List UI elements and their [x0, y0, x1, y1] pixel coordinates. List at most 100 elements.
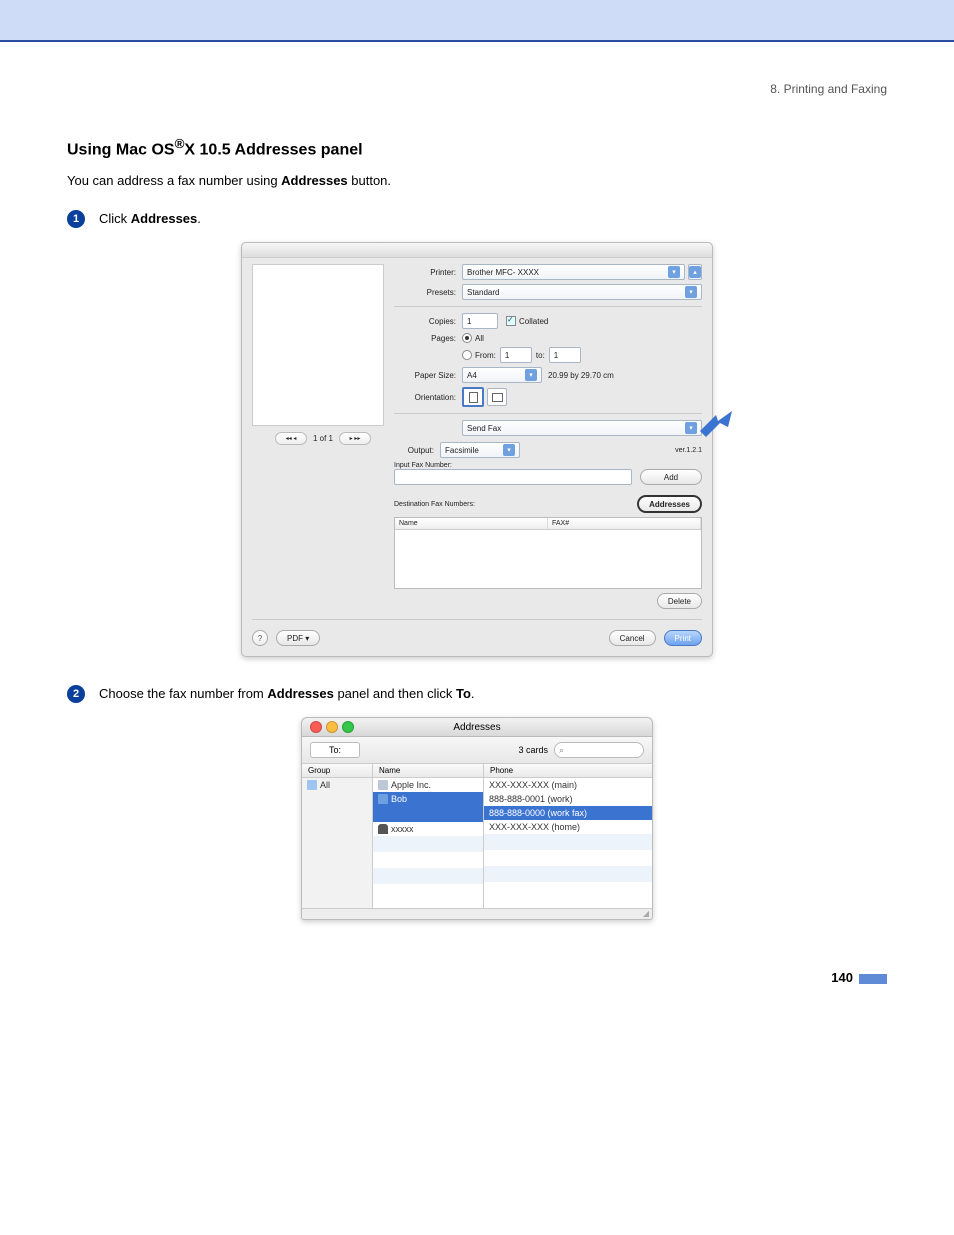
- phone-3: 888-888-0000 (work fax): [489, 808, 587, 818]
- print-button[interactable]: Print: [664, 630, 702, 646]
- search-input[interactable]: ⌕: [554, 742, 644, 758]
- panel-select[interactable]: Send Fax ▾: [462, 420, 702, 436]
- s2c: panel and then click: [334, 686, 456, 701]
- to-label: to:: [536, 351, 545, 360]
- phone-2: 888-888-0001 (work): [489, 794, 573, 804]
- pages-all-radio[interactable]: All: [462, 333, 484, 343]
- resize-handle[interactable]: ◢: [302, 908, 652, 919]
- phone-row-2[interactable]: 888-888-0001 (work): [484, 792, 652, 806]
- name-row-empty: [373, 852, 483, 868]
- dialog-titlebar: [242, 243, 712, 258]
- checkbox-icon: [506, 316, 516, 326]
- intro-text: You can address a fax number using Addre…: [67, 173, 887, 188]
- group-all[interactable]: All: [302, 778, 372, 792]
- phone-4: XXX-XXX-XXX (home): [489, 822, 580, 832]
- presets-select[interactable]: Standard ▾: [462, 284, 702, 300]
- presets-label: Presets:: [394, 288, 456, 297]
- page-title: Using Mac OS®X 10.5 Addresses panel: [67, 136, 887, 159]
- addresses-toolbar: To: 3 cards ⌕: [302, 737, 652, 764]
- addresses-panel-figure: Addresses To: 3 cards ⌕ Group Name Phone…: [67, 717, 887, 920]
- page-number-value: 140: [831, 970, 853, 985]
- expand-button[interactable]: ▴: [688, 264, 702, 280]
- s2e: .: [471, 686, 475, 701]
- intro-b: Addresses: [281, 173, 347, 188]
- from-label: From:: [475, 351, 496, 360]
- zoom-icon[interactable]: [342, 721, 354, 733]
- name-row-empty: [373, 884, 483, 900]
- radio-icon: [462, 333, 472, 343]
- name-row-2b[interactable]: [373, 806, 483, 822]
- to-input[interactable]: 1: [549, 347, 581, 363]
- s2a: Choose the fax number from: [99, 686, 267, 701]
- phone-row-empty: [484, 882, 652, 898]
- s2b: Addresses: [267, 686, 333, 701]
- orientation-portrait-button[interactable]: [462, 387, 484, 407]
- callout-arrow: [698, 411, 734, 441]
- addresses-button[interactable]: Addresses: [637, 495, 702, 513]
- s1c: .: [197, 211, 201, 226]
- minimize-icon[interactable]: [326, 721, 338, 733]
- group-column: All: [302, 778, 373, 908]
- select-arrow-icon: ▾: [503, 444, 515, 456]
- folder-icon: [307, 780, 317, 790]
- phone-row-empty: [484, 834, 652, 850]
- preview-nav: ◂◂ ◂ 1 of 1 ▸ ▸▸: [252, 432, 394, 445]
- phone-row-4[interactable]: XXX-XXX-XXX (home): [484, 820, 652, 834]
- phone-column: XXX-XXX-XXX (main) 888-888-0001 (work) 8…: [484, 778, 652, 908]
- nav-last-button[interactable]: ▸ ▸▸: [339, 432, 371, 445]
- addresses-window: Addresses To: 3 cards ⌕ Group Name Phone…: [301, 717, 653, 920]
- input-fax-label: Input Fax Number:: [394, 462, 702, 469]
- collated-checkbox[interactable]: Collated: [506, 316, 548, 326]
- pages-range-radio[interactable]: From:: [462, 350, 496, 360]
- delete-button[interactable]: Delete: [657, 593, 702, 609]
- from-input[interactable]: 1: [500, 347, 532, 363]
- fax-number-input[interactable]: [394, 469, 632, 485]
- portrait-icon: [469, 392, 478, 403]
- landscape-icon: [492, 393, 503, 402]
- add-button[interactable]: Add: [640, 469, 702, 485]
- person-icon: [378, 824, 388, 834]
- panel-value: Send Fax: [467, 424, 501, 433]
- col-name: Name: [395, 518, 548, 529]
- name-row-3[interactable]: xxxxx: [373, 822, 483, 836]
- print-dialog-figure: ◂◂ ◂ 1 of 1 ▸ ▸▸ Printer: Brother MFC- X…: [67, 242, 887, 657]
- pdf-button[interactable]: PDF ▾: [276, 630, 320, 646]
- cancel-button[interactable]: Cancel: [609, 630, 656, 646]
- preview-column: ◂◂ ◂ 1 of 1 ▸ ▸▸: [252, 264, 394, 613]
- nav-position: 1 of 1: [313, 434, 333, 443]
- column-headers: Group Name Phone: [302, 764, 652, 778]
- phone-row-3[interactable]: 888-888-0000 (work fax): [484, 806, 652, 820]
- building-icon: [378, 780, 388, 790]
- name-row-2[interactable]: Bob: [373, 792, 483, 806]
- intro-c: button.: [348, 173, 391, 188]
- phone-row-empty: [484, 866, 652, 882]
- search-icon: ⌕: [559, 745, 564, 756]
- close-icon[interactable]: [310, 721, 322, 733]
- registered-mark: ®: [175, 136, 185, 151]
- copies-input[interactable]: 1: [462, 313, 498, 329]
- help-button[interactable]: ?: [252, 630, 268, 646]
- name-row-empty: [373, 868, 483, 884]
- pages-label: Pages:: [394, 334, 456, 343]
- step-2-badge: 2: [67, 685, 85, 703]
- name-3: xxxxx: [391, 824, 414, 834]
- select-arrow-icon: ▾: [685, 286, 697, 298]
- name-row-1[interactable]: Apple Inc.: [373, 778, 483, 792]
- paper-size-select[interactable]: A4▾: [462, 367, 542, 383]
- nav-first-button[interactable]: ◂◂ ◂: [275, 432, 307, 445]
- phone-row-empty: [484, 850, 652, 866]
- phone-row-1[interactable]: XXX-XXX-XXX (main): [484, 778, 652, 792]
- addresses-titlebar: Addresses: [302, 718, 652, 737]
- printer-select[interactable]: Brother MFC- XXXX▾: [462, 264, 685, 280]
- name-row-empty: [373, 836, 483, 852]
- select-arrow-icon: ▾: [685, 422, 697, 434]
- presets-value: Standard: [467, 288, 499, 297]
- to-button[interactable]: To:: [310, 742, 360, 758]
- page-preview: [252, 264, 384, 426]
- output-select[interactable]: Facsimile▾: [440, 442, 520, 458]
- step-1-text: Click Addresses.: [99, 210, 201, 226]
- col-name: Name: [373, 764, 484, 777]
- orientation-landscape-button[interactable]: [487, 388, 507, 406]
- dialog-bottom-row: ? PDF ▾ Cancel Print: [252, 630, 702, 646]
- col-fax: FAX#: [548, 518, 701, 529]
